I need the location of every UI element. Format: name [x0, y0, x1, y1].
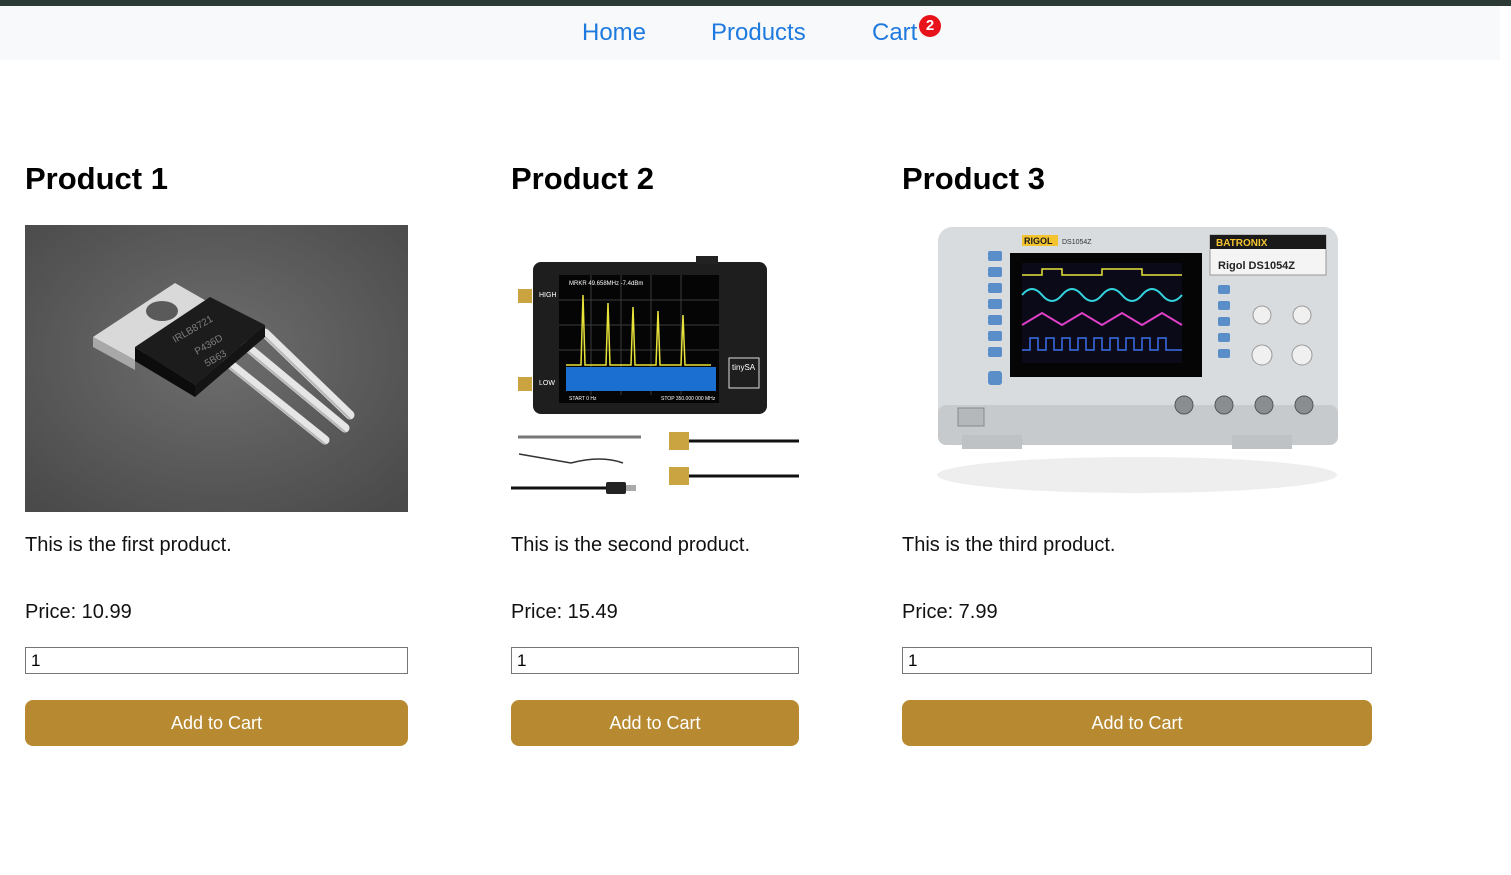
product-description: This is the first product.	[25, 534, 232, 556]
product-description: This is the third product.	[902, 534, 1116, 556]
nav-cart-link[interactable]: Cart	[872, 18, 917, 48]
cart-count-badge: 2	[919, 15, 941, 37]
svg-text:LOW: LOW	[539, 380, 555, 387]
quantity-input[interactable]	[902, 647, 1372, 674]
product-image-oscilloscope: RIGOL DS1054Z BATRONIX Rigol DS1054Z	[902, 225, 1372, 507]
svg-text:HIGH: HIGH	[539, 292, 557, 299]
svg-text:START 0 Hz: START 0 Hz	[569, 396, 597, 402]
svg-text:DS1054Z: DS1054Z	[1062, 239, 1092, 246]
nav-home-link[interactable]: Home	[582, 18, 646, 48]
product-image-transistor: IRLB8721 P436D 5B63	[25, 225, 408, 512]
product-price: Price: 10.99	[25, 601, 132, 623]
product-description: This is the second product.	[511, 534, 751, 556]
navbar: Home Products Cart 2	[0, 6, 1500, 60]
quantity-input[interactable]	[511, 647, 799, 674]
svg-text:MRKR 49.658MHz -7.4dBm: MRKR 49.658MHz -7.4dBm	[569, 281, 643, 287]
add-to-cart-button[interactable]: Add to Cart	[511, 700, 799, 746]
product-price: Price: 7.99	[902, 601, 998, 623]
svg-text:Rigol DS1054Z: Rigol DS1054Z	[1218, 260, 1295, 272]
product-card-2: Product 2 MRKR 49.658MHz -7.4dBm START 0…	[511, 160, 799, 746]
add-to-cart-button[interactable]: Add to Cart	[902, 700, 1372, 746]
svg-text:tinySA: tinySA	[732, 363, 756, 372]
svg-text:BATRONIX: BATRONIX	[1216, 238, 1268, 249]
svg-text:RIGOL: RIGOL	[1024, 236, 1053, 246]
nav-products-link[interactable]: Products	[711, 18, 806, 48]
product-price: Price: 15.49	[511, 601, 618, 623]
product-title: Product 1	[25, 161, 168, 196]
product-title: Product 2	[511, 161, 654, 196]
product-card-1: Product 1 IRLB8721 P436D 5B63 This is th…	[25, 160, 408, 746]
product-card-3: Product 3 RIGOL DS1054Z BATRONIX Rigol D…	[902, 160, 1372, 746]
svg-text:STOP 350.000 000 MHz: STOP 350.000 000 MHz	[661, 396, 716, 402]
product-image-spectrum-analyzer: MRKR 49.658MHz -7.4dBm START 0 Hz STOP 3…	[511, 225, 799, 500]
add-to-cart-button[interactable]: Add to Cart	[25, 700, 408, 746]
product-title: Product 3	[902, 161, 1045, 196]
quantity-input[interactable]	[25, 647, 408, 674]
